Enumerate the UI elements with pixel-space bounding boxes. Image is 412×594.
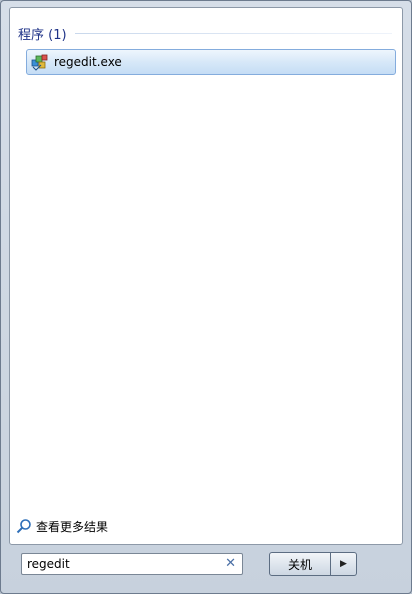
programs-section-title: 程序 (1) [18, 27, 67, 43]
result-item-regedit[interactable]: regedit.exe [26, 49, 396, 75]
registry-editor-icon [31, 53, 49, 71]
result-item-label: regedit.exe [54, 55, 122, 69]
search-results-pane: 程序 (1) regedit.exe 查看更多结果 [9, 7, 403, 545]
see-more-results-label: 查看更多结果 [36, 519, 109, 534]
section-divider [74, 32, 392, 34]
shutdown-button[interactable]: 关机 [269, 552, 331, 576]
search-box: ✕ [21, 553, 243, 575]
close-icon[interactable]: ✕ [225, 556, 236, 572]
start-menu: 程序 (1) regedit.exe 查看更多结果 regedit ✕ 关机 ▶ [0, 0, 412, 594]
programs-section-header: 程序 (1) [18, 24, 392, 43]
magnifier-icon [16, 518, 32, 534]
search-input[interactable] [22, 555, 217, 573]
see-more-results-link[interactable]: 查看更多结果 [16, 516, 108, 536]
shutdown-options-button[interactable]: ▶ [331, 552, 357, 576]
chevron-right-icon: ▶ [340, 559, 347, 569]
